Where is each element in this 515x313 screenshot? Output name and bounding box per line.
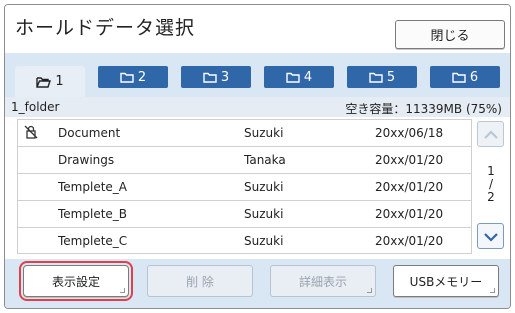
chevron-down-icon	[483, 227, 499, 246]
details-button[interactable]: 詳細表示	[270, 265, 376, 297]
tab-folder-5[interactable]: 5	[347, 66, 417, 88]
corner-mark	[367, 288, 372, 293]
folder-open-icon	[36, 76, 52, 88]
folder-icon	[286, 72, 300, 83]
table-row[interactable]: Document Suzuki 20xx/06/18	[18, 120, 471, 147]
folder-tab-strip: 1 2 3 4 5 6	[5, 53, 510, 97]
tab-folder-6[interactable]: 6	[430, 66, 500, 88]
file-date: 20xx/01/20	[375, 234, 444, 248]
folder-name: 1_folder	[11, 100, 60, 114]
usb-memory-button[interactable]: USBメモリー	[393, 265, 499, 297]
folder-info-bar: 1_folder 空き容量：11339MB (75%)	[5, 97, 510, 117]
file-date: 20xx/06/18	[375, 126, 444, 140]
table-row[interactable]: Templete_C Suzuki 20xx/01/20	[18, 228, 471, 255]
tab-folder-3[interactable]: 3	[181, 66, 251, 88]
free-space-label: 空き容量：11339MB (75%)	[345, 102, 502, 116]
folder-icon	[452, 72, 466, 83]
folder-icon	[369, 72, 383, 83]
tab-folder-1[interactable]: 1	[15, 66, 85, 97]
usb-memory-label: USBメモリー	[409, 274, 483, 289]
display-settings-label: 表示設定	[51, 274, 100, 289]
page-indicator: 1 / 2	[479, 165, 503, 204]
tab-label: 5	[386, 69, 396, 85]
file-owner: Suzuki	[244, 207, 284, 221]
dialog-title: ホールドデータ選択	[15, 17, 196, 39]
file-owner: Suzuki	[244, 180, 284, 194]
scroll-up-button[interactable]	[477, 121, 504, 147]
file-name: Templete_A	[58, 180, 127, 194]
lock-icon	[24, 125, 38, 142]
file-name: Templete_B	[58, 207, 128, 221]
table-row[interactable]: Templete_B Suzuki 20xx/01/20	[18, 201, 471, 228]
tab-label: 1	[55, 74, 64, 89]
dialog-header: ホールドデータ選択 閉じる	[5, 5, 510, 49]
tab-label: 3	[220, 69, 230, 85]
file-owner: Tanaka	[244, 153, 286, 167]
chevron-up-icon	[483, 125, 499, 144]
scroll-down-button[interactable]	[477, 223, 504, 249]
hold-data-dialog: ホールドデータ選択 閉じる 1 2 3 4 5 6 1_folder 空き容量：…	[4, 4, 511, 309]
file-owner: Suzuki	[244, 126, 284, 140]
file-name: Document	[58, 126, 121, 140]
close-button[interactable]: 閉じる	[395, 20, 505, 49]
table-row[interactable]: Drawings Tanaka 20xx/01/20	[18, 147, 471, 174]
folder-icon	[203, 72, 217, 83]
file-name: Drawings	[58, 153, 115, 167]
delete-button[interactable]: 削 除	[147, 265, 253, 297]
file-date: 20xx/01/20	[375, 207, 444, 221]
page-total: 2	[487, 190, 495, 204]
file-list: Document Suzuki 20xx/06/18 Drawings Tana…	[17, 119, 472, 254]
corner-mark	[490, 288, 495, 293]
folder-icon	[120, 72, 134, 83]
tab-label: 6	[469, 69, 479, 85]
display-settings-button[interactable]: 表示設定	[19, 261, 133, 301]
file-name: Templete_C	[58, 234, 128, 248]
tab-folder-4[interactable]: 4	[264, 66, 334, 88]
details-label: 詳細表示	[298, 274, 347, 289]
corner-mark	[120, 288, 125, 293]
delete-label: 削 除	[186, 274, 214, 289]
file-owner: Suzuki	[244, 234, 284, 248]
tab-folder-2[interactable]: 2	[98, 66, 168, 88]
tab-label: 2	[137, 69, 147, 85]
table-row[interactable]: Templete_A Suzuki 20xx/01/20	[18, 174, 471, 201]
file-date: 20xx/01/20	[375, 180, 444, 194]
file-date: 20xx/01/20	[375, 153, 444, 167]
dialog-footer: 表示設定 削 除 詳細表示 USBメモリー	[5, 259, 510, 308]
tab-label: 4	[303, 69, 313, 85]
